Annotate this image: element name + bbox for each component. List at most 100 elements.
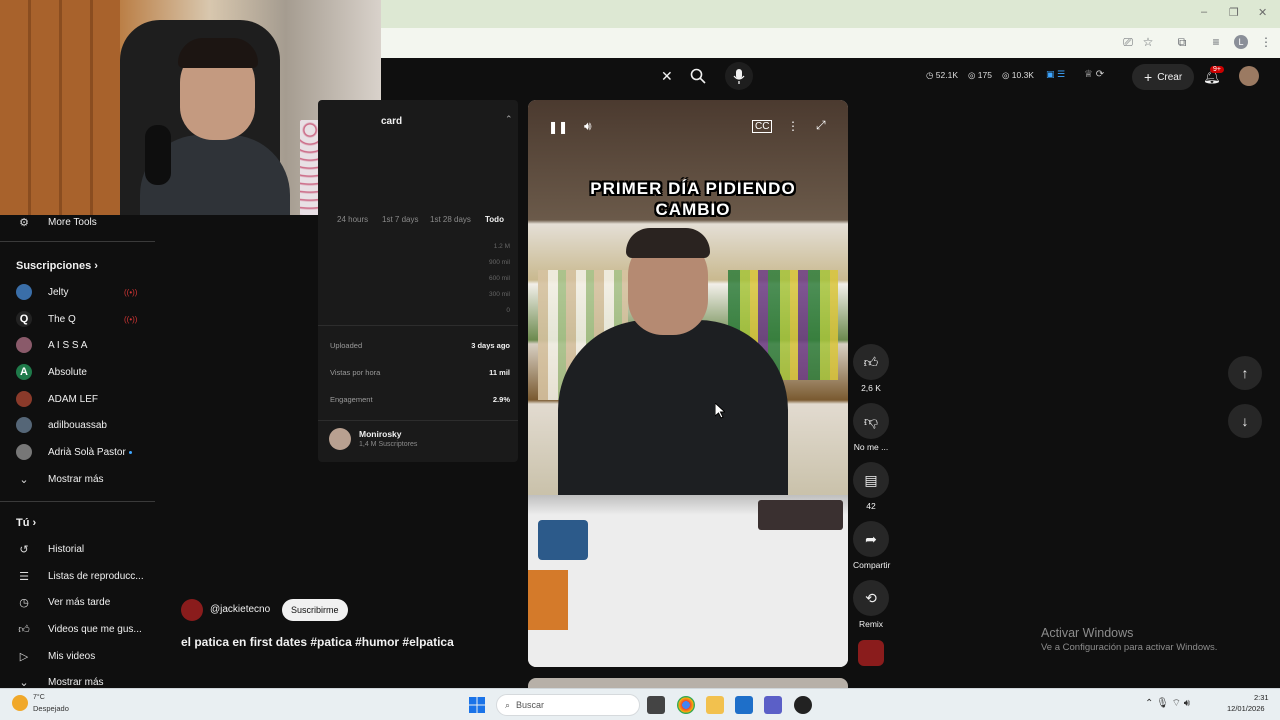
sidebar-item-my-videos[interactable]: ▷ Mis videos xyxy=(0,643,155,669)
more-options-icon[interactable]: ⋮ xyxy=(787,119,799,133)
clock-time[interactable]: 2:31 xyxy=(1254,693,1269,702)
minimize-button[interactable]: – xyxy=(1201,6,1207,18)
sidebar-sub-jelty[interactable]: Jelty ((•)) xyxy=(0,279,155,305)
you-heading[interactable]: Tú › xyxy=(16,517,36,529)
captions-icon[interactable]: CC xyxy=(752,120,773,133)
sidebar-item-label: Mis videos xyxy=(48,650,96,662)
address-bar[interactable]: ⎚ ☆ ⧉ ≡ L ⋮ xyxy=(381,28,1280,58)
tab-7-days[interactable]: 1st 7 days xyxy=(382,215,418,224)
search-icon[interactable] xyxy=(690,68,706,84)
sidebar-sub-adilbouassab[interactable]: adilbouassab xyxy=(0,412,155,438)
sound-thumbnail[interactable] xyxy=(858,640,884,666)
sidebar-sub-aissa[interactable]: A I S S A xyxy=(0,332,155,358)
playlist-icon: ☰ xyxy=(19,570,29,583)
maximize-button[interactable]: ❐ xyxy=(1229,6,1239,19)
tab-all[interactable]: Todo xyxy=(485,215,504,224)
taskbar-search-placeholder: Buscar xyxy=(516,700,545,710)
collapse-chevron-icon[interactable]: ⌃ xyxy=(505,114,513,125)
video-box xyxy=(528,570,568,630)
subscribe-button[interactable]: Suscribirme xyxy=(282,599,348,621)
sidebar-item-history[interactable]: ↺ Historial xyxy=(0,536,155,562)
taskbar-search[interactable]: ⌕ Buscar xyxy=(496,694,640,716)
sidebar-item-liked[interactable]: 👍︎ Videos que me gus... xyxy=(0,616,155,642)
sidebar-item-playlists[interactable]: ☰ Listas de reproducc... xyxy=(0,563,155,589)
short-video-player[interactable]: PRIMER DÍA PIDIENDO CAMBIO ❚❚ 🔊︎ CC ⋮ ⤢ xyxy=(528,100,848,667)
bookmark-star-icon[interactable]: ☆ xyxy=(1141,35,1155,49)
cast-icon[interactable]: ⎚ xyxy=(1121,35,1135,49)
remix-icon[interactable]: ⟲ xyxy=(853,580,889,616)
stat-label-uploaded: Uploaded xyxy=(330,341,363,350)
app-icon[interactable] xyxy=(794,696,812,714)
channel-avatar[interactable] xyxy=(181,599,203,621)
channel-avatar xyxy=(16,337,32,353)
channel-name[interactable]: Monirosky xyxy=(359,429,402,439)
sidebar-item-more-tools[interactable]: ⚙ More Tools xyxy=(0,209,155,235)
trophy-icon[interactable]: ♕ ⟳ xyxy=(1084,69,1104,80)
voice-search-button[interactable] xyxy=(725,62,753,90)
video-caption: el patica en first dates #patica #humor … xyxy=(181,635,454,649)
dislike-action[interactable]: 👎︎ No me ... xyxy=(853,403,889,452)
share-icon[interactable]: ➦ xyxy=(853,521,889,557)
menu-kebab-icon[interactable]: ⋮ xyxy=(1259,35,1273,49)
next-video-arrow-icon[interactable]: ↓ xyxy=(1228,404,1262,438)
activate-windows-title: Activar Windows xyxy=(1041,626,1134,640)
history-icon: ↺ xyxy=(19,543,29,556)
dislike-icon[interactable]: 👎︎ xyxy=(853,403,889,439)
share-label: Compartir xyxy=(853,560,891,570)
tools-icon: ⚙ xyxy=(19,216,29,229)
channel-handle[interactable]: @jackietecno xyxy=(210,604,270,615)
sidebar-sub-absolute[interactable]: A Absolute xyxy=(0,359,155,385)
teams-icon[interactable] xyxy=(764,696,782,714)
chrome-icon[interactable] xyxy=(677,696,695,714)
file-explorer-icon[interactable] xyxy=(706,696,724,714)
like-action[interactable]: 👍︎ 2,6 K xyxy=(853,344,889,393)
create-button[interactable]: + Crear xyxy=(1132,64,1195,90)
fullscreen-icon[interactable]: ⤢ xyxy=(816,118,826,133)
video-card-terminal xyxy=(538,520,588,560)
stat-value-views-per-hour: 11 mil xyxy=(489,368,510,377)
channel-avatar[interactable] xyxy=(329,428,351,450)
channel-avatar xyxy=(16,391,32,407)
sidebar-sub-adria[interactable]: Adrià Solà Pastor xyxy=(0,439,155,465)
tab-24-hours[interactable]: 24 hours xyxy=(337,215,368,224)
account-avatar[interactable] xyxy=(1239,66,1259,86)
sidebar-item-label: Videos que me gus... xyxy=(48,623,142,635)
task-view-icon[interactable] xyxy=(647,696,665,714)
next-video-peek[interactable] xyxy=(528,678,848,688)
comments-count: 42 xyxy=(866,501,876,511)
share-action[interactable]: ➦ Compartir xyxy=(853,521,891,570)
mouse-cursor-icon xyxy=(715,403,725,419)
video-overlay-title: PRIMER DÍA PIDIENDO CAMBIO xyxy=(528,178,848,220)
windows-start-icon[interactable] xyxy=(469,697,485,713)
outlook-icon[interactable] xyxy=(735,696,753,714)
sidebar-sub-the-q[interactable]: Q The Q ((•)) xyxy=(0,306,155,332)
search-clear-icon[interactable]: ✕ xyxy=(661,68,673,85)
comment-icon[interactable]: ▤ xyxy=(853,462,889,498)
extensions-icon[interactable]: ⧉ xyxy=(1175,35,1189,49)
media-icon[interactable]: ≡ xyxy=(1209,35,1223,49)
sidebar-item-label: The Q xyxy=(48,313,76,325)
volume-icon[interactable]: 🔊︎ xyxy=(584,119,592,134)
like-icon[interactable]: 👍︎ xyxy=(853,344,889,380)
channel-avatar xyxy=(16,417,32,433)
divider xyxy=(318,325,518,326)
comments-action[interactable]: ▤ 42 xyxy=(853,462,889,511)
sidebar-item-watch-later[interactable]: ◷ Ver más tarde xyxy=(0,589,155,615)
weather-icon[interactable] xyxy=(12,695,28,711)
tab-28-days[interactable]: 1st 28 days xyxy=(430,215,471,224)
previous-video-arrow-icon[interactable]: ↑ xyxy=(1228,356,1262,390)
pause-icon[interactable]: ❚❚ xyxy=(548,120,568,134)
sidebar-item-label: Listas de reproducc... xyxy=(48,570,144,582)
sidebar-sub-adam-lef[interactable]: ADAM LEF xyxy=(0,386,155,412)
profile-avatar-icon[interactable]: L xyxy=(1234,35,1248,49)
remix-action[interactable]: ⟲ Remix xyxy=(853,580,889,629)
likes-count: 2,6 K xyxy=(861,383,881,393)
system-tray-icons[interactable]: ⌃ 🎙︎ ⌔ 🔊︎ xyxy=(1145,697,1190,710)
stat-label-engagement: Engagement xyxy=(330,395,373,404)
extension-icons[interactable]: ▣ ☰ xyxy=(1046,69,1065,80)
chevron-down-icon: ⌄ xyxy=(19,473,29,486)
sidebar-show-more[interactable]: ⌄ Mostrar más xyxy=(0,466,155,492)
subscriptions-heading[interactable]: Suscripciones › xyxy=(16,260,98,272)
close-window-button[interactable]: ✕ xyxy=(1258,6,1267,19)
clock-date[interactable]: 12/01/2026 xyxy=(1227,704,1265,713)
